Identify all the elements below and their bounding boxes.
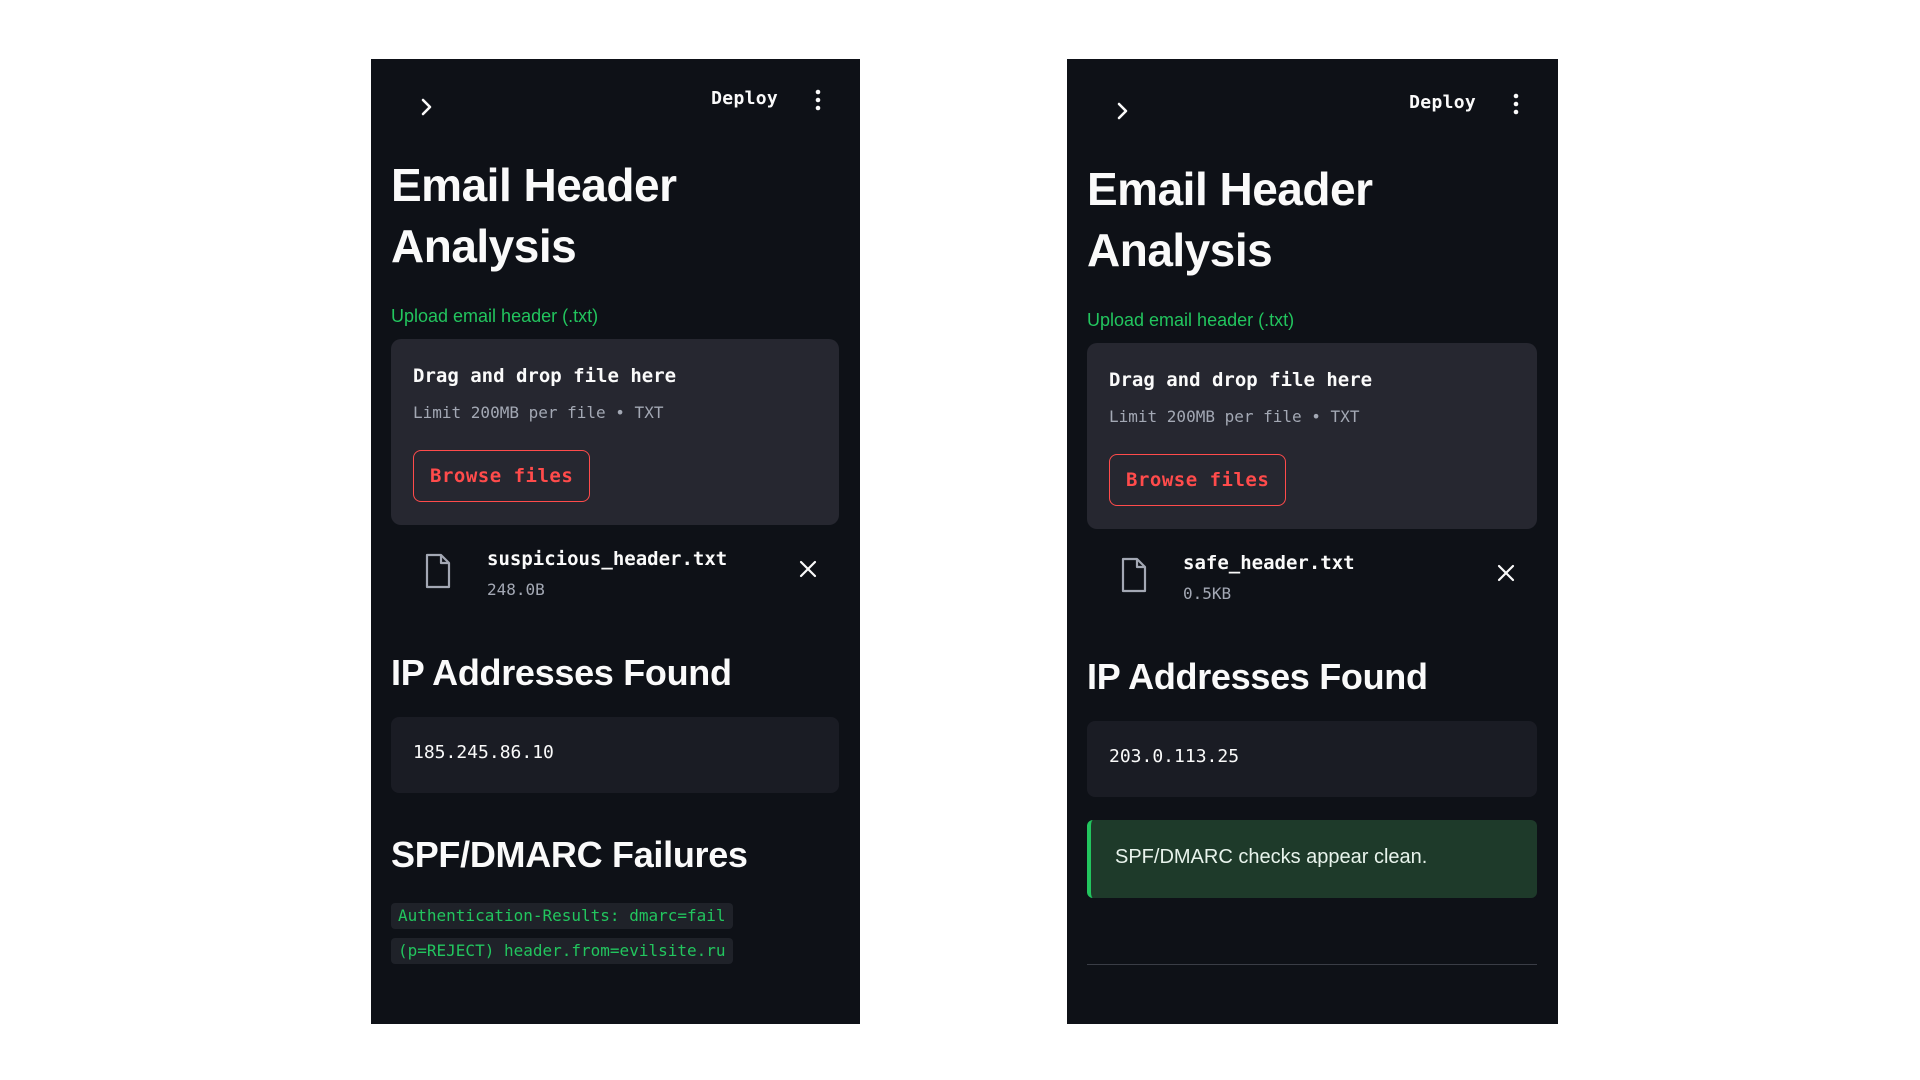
- dropzone-title: Drag and drop file here: [1109, 369, 1373, 391]
- divider: [1087, 964, 1537, 965]
- uploaded-file-row: suspicious_header.txt 248.0B: [391, 533, 839, 623]
- page-title: Email Header Analysis: [1087, 159, 1537, 281]
- file-name: safe_header.txt: [1183, 552, 1355, 574]
- file-size: 0.5KB: [1183, 584, 1232, 603]
- page-title: Email Header Analysis: [391, 155, 839, 277]
- ip-address: 185.245.86.10: [413, 742, 554, 763]
- spf-failure-line: (p=REJECT) header.from=evilsite.ru: [391, 938, 733, 964]
- app-panel-suspicious: Deploy Email Header Analysis Upload emai…: [371, 59, 860, 1024]
- ip-code-block: 203.0.113.25: [1087, 721, 1537, 797]
- file-icon: [1121, 557, 1147, 593]
- kebab-menu-icon[interactable]: [814, 89, 822, 111]
- chevron-right-icon[interactable]: [1111, 99, 1135, 123]
- browse-files-button[interactable]: Browse files: [1109, 454, 1287, 506]
- chevron-right-icon[interactable]: [415, 95, 439, 119]
- spf-failure-line: Authentication-Results: dmarc=fail: [391, 903, 733, 929]
- file-icon: [425, 553, 451, 589]
- file-size: 248.0B: [487, 580, 545, 599]
- main-content: Email Header Analysis Upload email heade…: [1087, 159, 1537, 965]
- file-dropzone[interactable]: Drag and drop file here Limit 200MB per …: [1087, 343, 1537, 529]
- uploaded-file-row: safe_header.txt 0.5KB: [1087, 537, 1537, 627]
- ip-code-block: 185.245.86.10: [391, 717, 839, 793]
- close-icon[interactable]: [799, 560, 817, 578]
- app-panel-safe: Deploy Email Header Analysis Upload emai…: [1067, 59, 1558, 1024]
- ip-address: 203.0.113.25: [1109, 746, 1240, 767]
- page-title-line1: Email Header: [391, 159, 677, 211]
- page-title-line2: Analysis: [391, 220, 577, 272]
- uploader-label: Upload email header (.txt): [391, 306, 599, 326]
- ip-section-heading: IP Addresses Found: [391, 652, 732, 693]
- deploy-button[interactable]: Deploy: [1409, 92, 1476, 113]
- spf-section-heading: SPF/DMARC Failures: [391, 834, 748, 875]
- success-message: SPF/DMARC checks appear clean.: [1115, 846, 1428, 868]
- kebab-menu-icon[interactable]: [1512, 93, 1520, 115]
- ip-section-heading: IP Addresses Found: [1087, 656, 1428, 697]
- dropzone-subtitle: Limit 200MB per file • TXT: [413, 403, 664, 422]
- deploy-button[interactable]: Deploy: [711, 88, 778, 109]
- app-toolbar: Deploy: [1067, 63, 1558, 153]
- dropzone-title: Drag and drop file here: [413, 365, 677, 387]
- dropzone-subtitle: Limit 200MB per file • TXT: [1109, 407, 1360, 426]
- uploader-label: Upload email header (.txt): [1087, 310, 1295, 330]
- page-title-line2: Analysis: [1087, 224, 1273, 276]
- page-title-line1: Email Header: [1087, 163, 1373, 215]
- browse-files-button[interactable]: Browse files: [413, 450, 591, 502]
- close-icon[interactable]: [1497, 564, 1515, 582]
- app-toolbar: Deploy: [371, 59, 860, 149]
- file-name: suspicious_header.txt: [487, 548, 728, 570]
- main-content: Email Header Analysis Upload email heade…: [391, 155, 839, 973]
- success-alert: SPF/DMARC checks appear clean.: [1087, 820, 1537, 898]
- spf-failure-lines: Authentication-Results: dmarc=fail (p=RE…: [391, 903, 839, 973]
- file-dropzone[interactable]: Drag and drop file here Limit 200MB per …: [391, 339, 839, 525]
